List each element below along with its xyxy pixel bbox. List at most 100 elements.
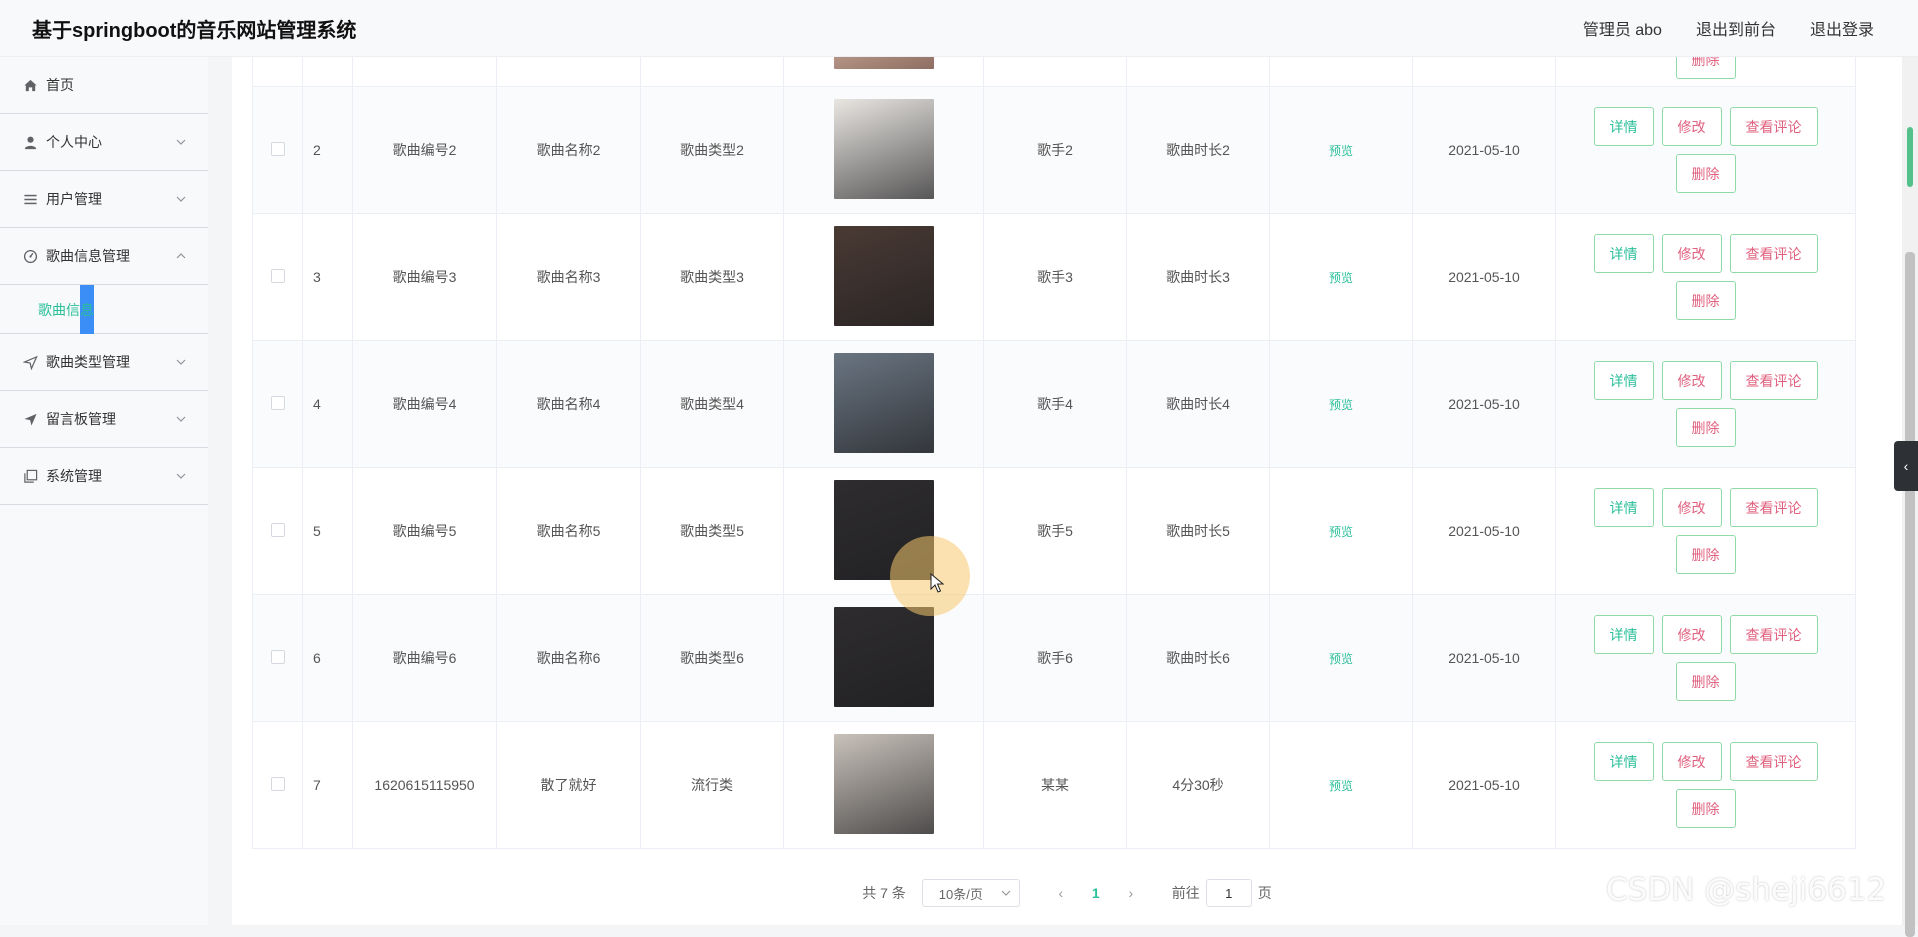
next-page-icon[interactable]: › bbox=[1116, 885, 1146, 901]
date-cell: 2021-05-10 bbox=[1412, 213, 1556, 341]
delete-button[interactable]: 删除 bbox=[1675, 281, 1736, 320]
submenu-item-song-info[interactable]: 歌曲信息 bbox=[38, 300, 94, 320]
sidebar-item-song-type-management[interactable]: 歌曲类型管理 bbox=[0, 334, 208, 391]
chevron-up-icon bbox=[176, 253, 186, 259]
chevron-down-icon bbox=[176, 196, 186, 202]
exit-to-front-link[interactable]: 退出到前台 bbox=[1696, 16, 1776, 40]
app-title: 基于springboot的音乐网站管理系统 bbox=[32, 19, 357, 42]
view-comments-button[interactable]: 查看评论 bbox=[1729, 234, 1818, 273]
song-type: 流行类 bbox=[640, 721, 784, 849]
date-cell: 2021-05-10 bbox=[1412, 721, 1556, 849]
sidebar-item-label: 用户管理 bbox=[46, 191, 102, 207]
preview-link[interactable]: 预览 bbox=[1329, 271, 1353, 285]
top-bar: 基于springboot的音乐网站管理系统 管理员 abo 退出到前台 退出登录 bbox=[0, 0, 1918, 57]
detail-button[interactable]: 详情 bbox=[1593, 615, 1654, 654]
date-cell: 2021-05-10 bbox=[1412, 340, 1556, 468]
singer: 歌手4 bbox=[983, 340, 1127, 468]
song-duration: 歌曲时长4 bbox=[1126, 340, 1270, 468]
view-comments-button[interactable]: 查看评论 bbox=[1729, 488, 1818, 527]
detail-button[interactable]: 详情 bbox=[1593, 742, 1654, 781]
row-index: 5 bbox=[302, 467, 353, 595]
list-icon bbox=[22, 191, 38, 207]
collapse-panel-icon[interactable]: ‹ bbox=[1894, 441, 1918, 491]
edit-button[interactable]: 修改 bbox=[1661, 742, 1722, 781]
scrollbar-thumb[interactable] bbox=[1905, 252, 1915, 937]
goto-page-input[interactable] bbox=[1205, 879, 1252, 907]
song-name: 歌曲名称4 bbox=[496, 340, 641, 468]
sidebar-item-label: 首页 bbox=[46, 77, 74, 93]
view-comments-button[interactable]: 查看评论 bbox=[1729, 742, 1818, 781]
row-checkbox[interactable] bbox=[270, 522, 285, 537]
song-table: 删除 2 歌曲编号2 歌曲名称2 歌曲类型2 歌手2 歌曲时长2 预览 2021-05-10 详… bbox=[252, 30, 1856, 849]
chevron-down-icon bbox=[176, 139, 186, 145]
delete-button[interactable]: 删除 bbox=[1675, 789, 1736, 828]
page-size-select[interactable]: 10条/页 bbox=[921, 879, 1020, 907]
logout-link[interactable]: 退出登录 bbox=[1810, 16, 1874, 40]
preview-link[interactable]: 预览 bbox=[1329, 144, 1353, 158]
table-row: 4 歌曲编号4 歌曲名称4 歌曲类型4 歌手4 歌曲时长4 预览 2021-05-10 详情 修改… bbox=[252, 340, 1856, 468]
preview-link[interactable]: 预览 bbox=[1329, 398, 1353, 412]
row-checkbox[interactable] bbox=[270, 776, 285, 791]
table-row: 6 歌曲编号6 歌曲名称6 歌曲类型6 歌手6 歌曲时长6 预览 2021-05-10 详情 修改… bbox=[252, 594, 1856, 722]
vertical-scrollbar[interactable] bbox=[1902, 57, 1918, 937]
sidebar-item-message-board[interactable]: 留言板管理 bbox=[0, 391, 208, 448]
edit-button[interactable]: 修改 bbox=[1661, 488, 1722, 527]
delete-button[interactable]: 删除 bbox=[1675, 154, 1736, 193]
admin-user-label: 管理员 abo bbox=[1582, 22, 1662, 39]
delete-button[interactable]: 删除 bbox=[1675, 535, 1736, 574]
edit-button[interactable]: 修改 bbox=[1661, 615, 1722, 654]
row-index: 3 bbox=[302, 213, 353, 341]
delete-button[interactable]: 删除 bbox=[1675, 408, 1736, 447]
preview-link[interactable]: 预览 bbox=[1329, 652, 1353, 666]
goto-page: 前往 页 bbox=[1172, 879, 1272, 907]
preview-link[interactable]: 预览 bbox=[1329, 779, 1353, 793]
table-row: 5 歌曲编号5 歌曲名称5 歌曲类型5 歌手5 歌曲时长5 预览 2021-05-10 详情 修改… bbox=[252, 467, 1856, 595]
song-duration: 歌曲时长2 bbox=[1126, 86, 1270, 214]
sidebar-item-label: 个人中心 bbox=[46, 134, 102, 150]
goto-suffix: 页 bbox=[1257, 885, 1272, 901]
sidebar-item-home[interactable]: 首页 bbox=[0, 57, 208, 114]
row-checkbox[interactable] bbox=[270, 649, 285, 664]
sidebar-item-personal-center[interactable]: 个人中心 bbox=[0, 114, 208, 171]
singer: 某某 bbox=[983, 721, 1127, 849]
preview-link[interactable]: 预览 bbox=[1329, 525, 1353, 539]
song-duration: 歌曲时长5 bbox=[1126, 467, 1270, 595]
song-name: 散了就好 bbox=[496, 721, 641, 849]
detail-button[interactable]: 详情 bbox=[1593, 234, 1654, 273]
dashboard-icon bbox=[22, 248, 38, 264]
detail-button[interactable]: 详情 bbox=[1593, 107, 1654, 146]
row-checkbox[interactable] bbox=[270, 395, 285, 410]
send-icon bbox=[22, 354, 38, 370]
view-comments-button[interactable]: 查看评论 bbox=[1729, 615, 1818, 654]
chevron-down-icon bbox=[1001, 890, 1011, 896]
edit-button[interactable]: 修改 bbox=[1661, 107, 1722, 146]
paper-plane-icon bbox=[22, 411, 38, 427]
sidebar-item-label: 系统管理 bbox=[46, 468, 102, 484]
sidebar-item-system-management[interactable]: 系统管理 bbox=[0, 448, 208, 505]
sidebar-item-label: 歌曲信息管理 bbox=[46, 248, 130, 264]
row-actions: 详情 修改 查看评论删除 bbox=[1586, 107, 1826, 193]
table-row: 3 歌曲编号3 歌曲名称3 歌曲类型3 歌手3 歌曲时长3 预览 2021-05-10 详情 修改… bbox=[252, 213, 1856, 341]
sidebar-item-user-management[interactable]: 用户管理 bbox=[0, 171, 208, 228]
view-comments-button[interactable]: 查看评论 bbox=[1729, 361, 1818, 400]
prev-page-icon[interactable]: ‹ bbox=[1046, 885, 1076, 901]
row-checkbox[interactable] bbox=[270, 268, 285, 283]
copy-icon bbox=[22, 468, 38, 484]
song-code: 歌曲编号3 bbox=[352, 213, 497, 341]
edit-button[interactable]: 修改 bbox=[1661, 361, 1722, 400]
row-index: 6 bbox=[302, 594, 353, 722]
sidebar-item-song-info-management[interactable]: 歌曲信息管理 bbox=[0, 228, 208, 285]
top-bar-actions: 管理员 abo 退出到前台 退出登录 bbox=[1583, 16, 1874, 40]
song-duration: 4分30秒 bbox=[1126, 721, 1270, 849]
pagination-total: 共 7 条 bbox=[862, 885, 906, 901]
page-size-value: 10条/页 bbox=[938, 886, 983, 902]
song-cover-image bbox=[833, 225, 934, 326]
delete-button[interactable]: 删除 bbox=[1675, 662, 1736, 701]
row-checkbox[interactable] bbox=[270, 141, 285, 156]
view-comments-button[interactable]: 查看评论 bbox=[1729, 107, 1818, 146]
goto-prefix: 前往 bbox=[1171, 885, 1200, 901]
current-page[interactable]: 1 bbox=[1076, 885, 1116, 901]
detail-button[interactable]: 详情 bbox=[1593, 361, 1654, 400]
edit-button[interactable]: 修改 bbox=[1661, 234, 1722, 273]
detail-button[interactable]: 详情 bbox=[1593, 488, 1654, 527]
